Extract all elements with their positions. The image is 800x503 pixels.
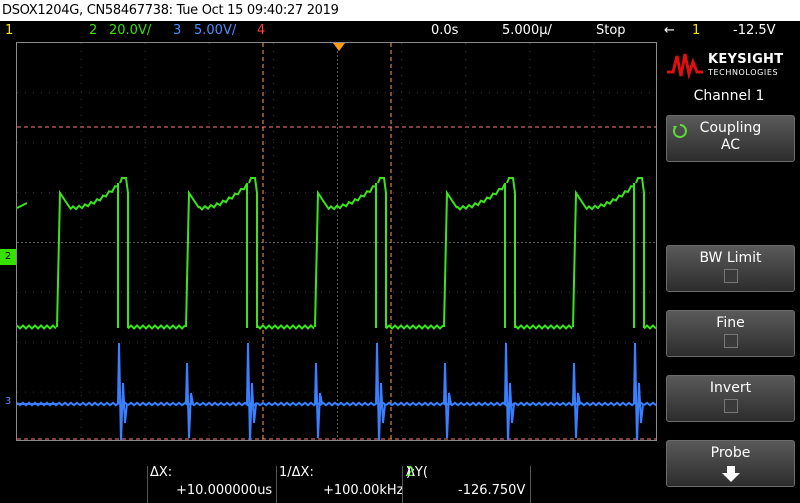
measurement-divider bbox=[530, 466, 531, 503]
trigger-level: -12.5V bbox=[733, 23, 776, 38]
waveform-canvas bbox=[17, 43, 656, 440]
brand-name: KEYSIGHT bbox=[708, 52, 784, 67]
channel-2-indicator[interactable]: 2 bbox=[89, 21, 97, 41]
title-text: DSOX1204G, CN58467738: Tue Oct 15 09:40:… bbox=[2, 3, 339, 18]
title-bar: DSOX1204G, CN58467738: Tue Oct 15 09:40:… bbox=[0, 0, 800, 21]
brand-subtitle: TECHNOLOGIES bbox=[708, 68, 779, 77]
bw-limit-button[interactable]: BW Limit bbox=[666, 245, 795, 292]
softkey-panel: KEYSIGHT TECHNOLOGIES Channel 1 Coupling… bbox=[658, 42, 800, 503]
run-state: Stop bbox=[596, 23, 626, 38]
ch3-marker-label: 3 bbox=[4, 396, 12, 407]
delta-y-label-suffix: ): bbox=[406, 465, 416, 480]
trigger-channel: 1 bbox=[692, 23, 701, 38]
channel-4-indicator[interactable]: 4 bbox=[257, 21, 265, 41]
measurement-divider bbox=[402, 466, 403, 503]
channel-2-scale: 20.0V/ bbox=[109, 23, 152, 38]
graticule-axes bbox=[17, 43, 656, 440]
rotate-knob-icon bbox=[673, 124, 687, 138]
submenu-arrow-icon bbox=[721, 466, 740, 482]
fine-label: Fine bbox=[716, 315, 745, 331]
delta-x-value: +10.000000us bbox=[176, 483, 273, 498]
channel-3-scale: 5.00V/ bbox=[194, 23, 237, 38]
menu-title: Channel 1 bbox=[693, 88, 765, 104]
fine-checkbox[interactable] bbox=[723, 334, 738, 348]
measurement-divider bbox=[276, 466, 277, 503]
invert-label: Invert bbox=[709, 380, 752, 396]
waveform-display[interactable] bbox=[16, 42, 657, 441]
channel-3-indicator[interactable]: 3 bbox=[173, 21, 181, 41]
coupling-button[interactable]: Coupling AC bbox=[666, 115, 795, 162]
time-scale: 5.000µ/ bbox=[502, 23, 552, 38]
ch2-ground-marker-icon[interactable]: 2 bbox=[0, 249, 16, 265]
coupling-value: AC bbox=[720, 137, 741, 153]
fine-button[interactable]: Fine bbox=[666, 310, 795, 357]
delta-y-value: -126.750V bbox=[458, 483, 526, 498]
keysight-logo: KEYSIGHT TECHNOLOGIES bbox=[666, 46, 796, 86]
status-bar: 1 2 20.0V/ 3 5.00V/ 4 0.0s 5.000µ/ Stop … bbox=[0, 21, 800, 41]
ch3-ground-marker-icon[interactable]: 3 bbox=[0, 394, 16, 410]
bw-limit-checkbox[interactable] bbox=[723, 269, 738, 283]
invert-checkbox[interactable] bbox=[723, 399, 738, 413]
invert-button[interactable]: Invert bbox=[666, 375, 795, 422]
probe-label: Probe bbox=[710, 445, 751, 461]
measurement-divider bbox=[147, 466, 148, 503]
bw-limit-label: BW Limit bbox=[699, 250, 762, 266]
ch2-marker-label: 2 bbox=[4, 251, 12, 262]
measurement-bar: ΔX: +10.000000us 1/ΔX: +100.00kHz ΔY(2):… bbox=[0, 462, 658, 503]
trigger-position-icon[interactable] bbox=[333, 43, 345, 51]
channel-1-indicator[interactable]: 1 bbox=[5, 21, 13, 41]
delta-x-label: ΔX: bbox=[150, 465, 173, 480]
inverse-delta-x-label: 1/ΔX: bbox=[279, 465, 314, 480]
trigger-edge-icon: ← bbox=[664, 23, 675, 38]
probe-button[interactable]: Probe bbox=[666, 440, 795, 487]
inverse-delta-x-value: +100.00kHz bbox=[323, 483, 404, 498]
keysight-wave-icon bbox=[667, 53, 703, 80]
time-offset: 0.0s bbox=[431, 23, 459, 38]
